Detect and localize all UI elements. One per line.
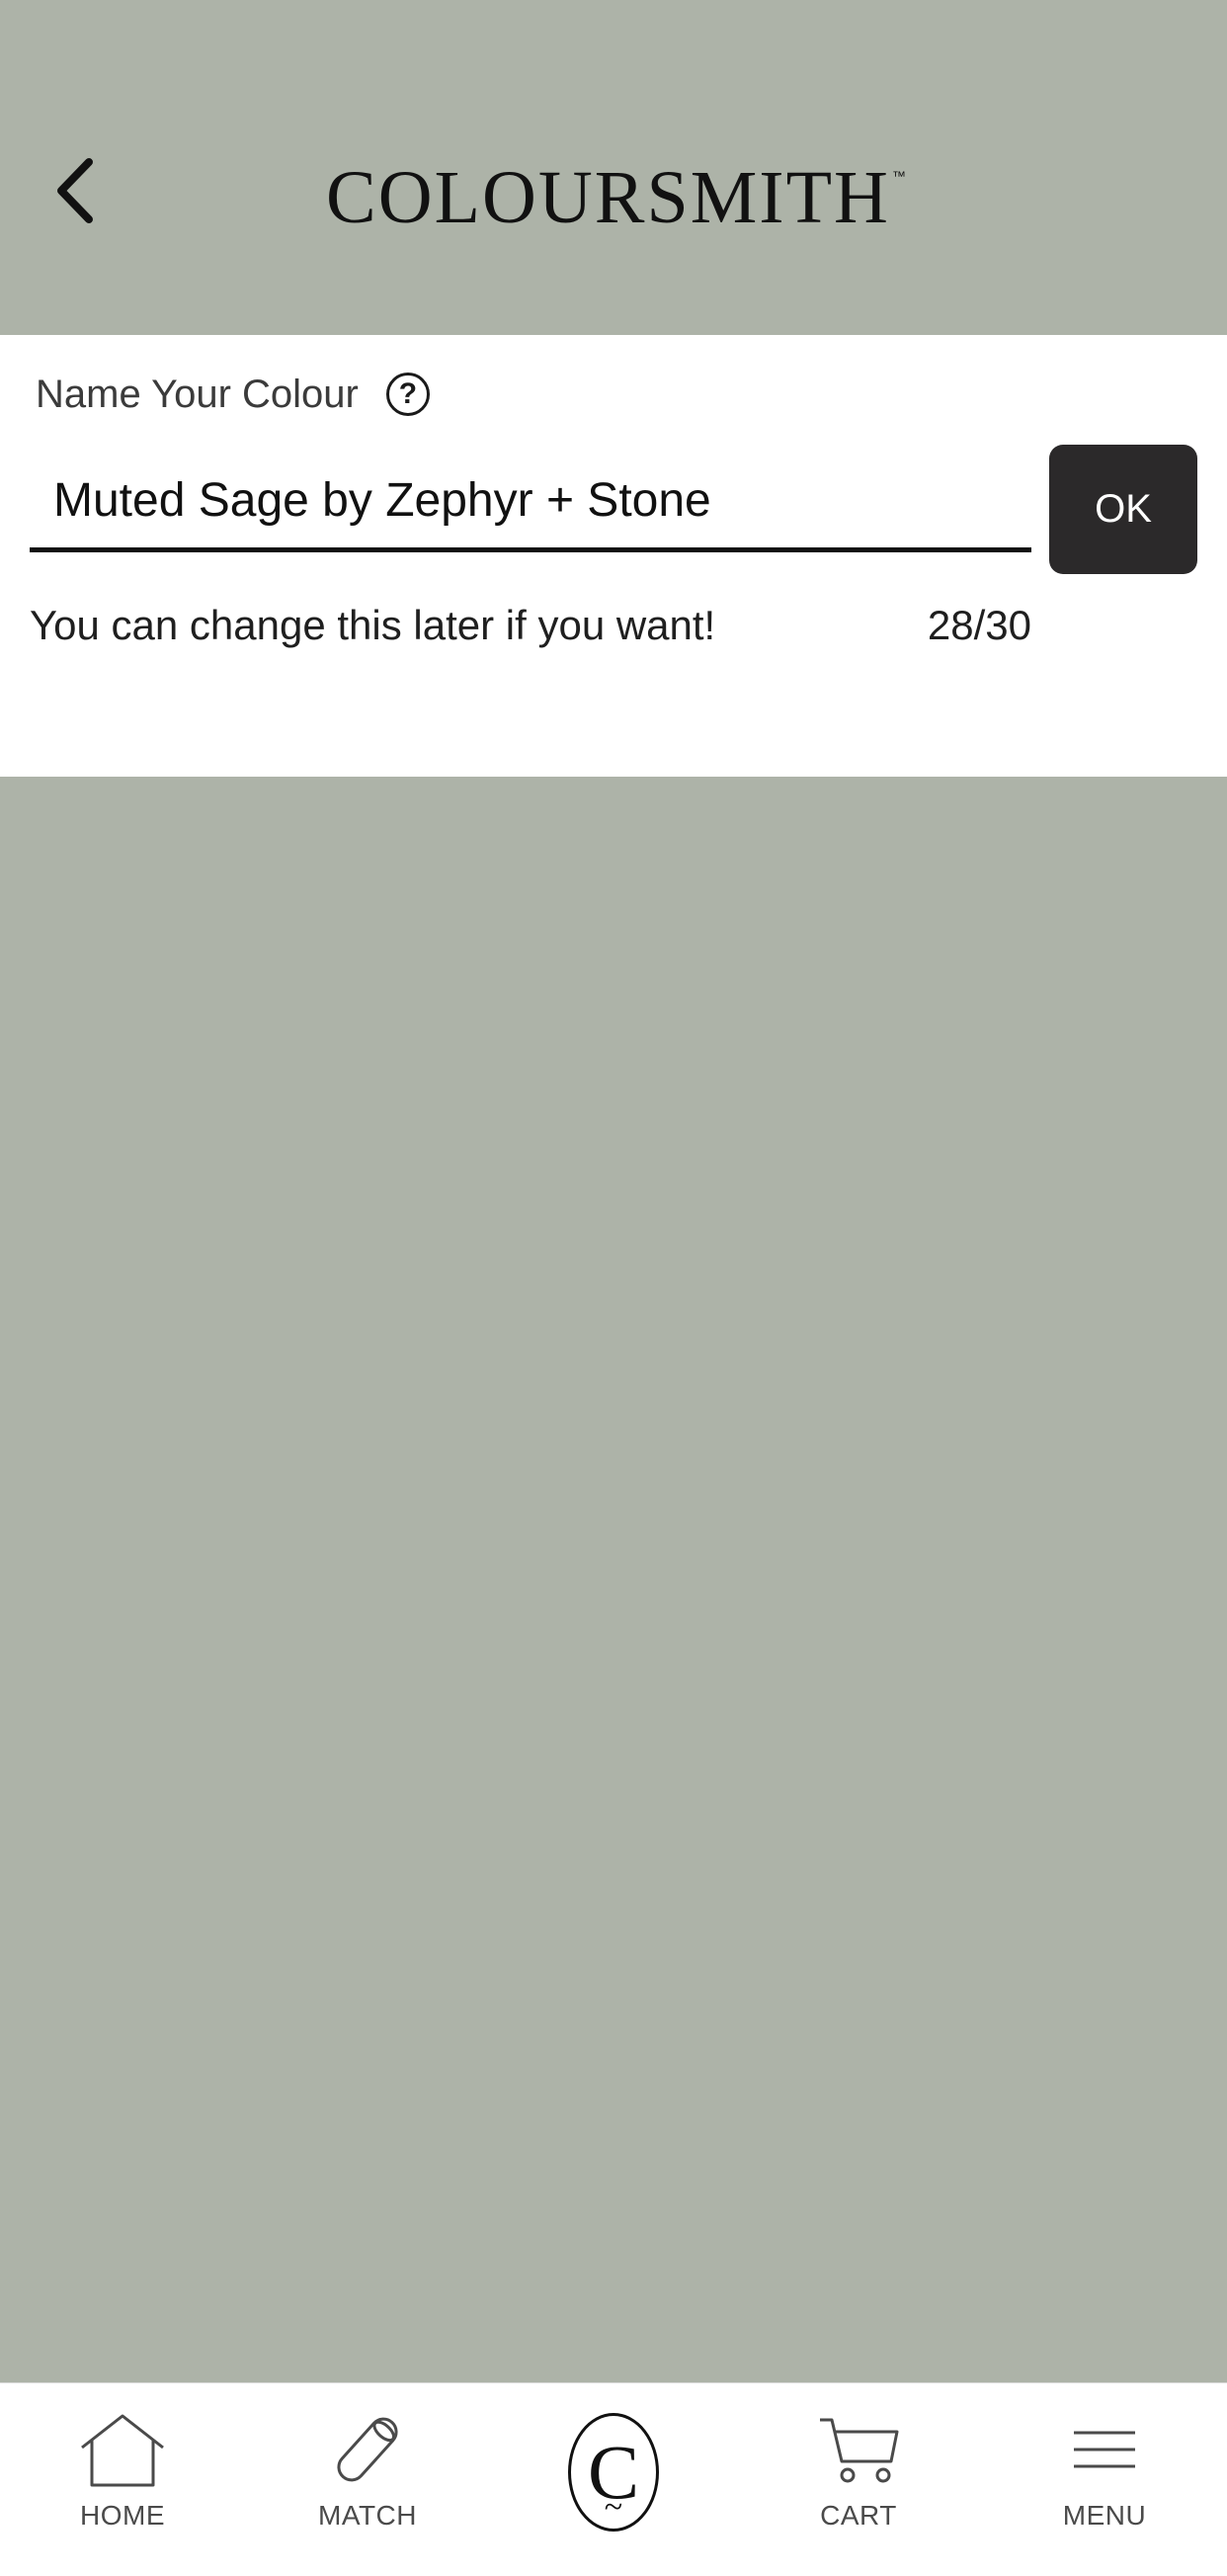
ok-button[interactable]: OK [1049, 445, 1197, 574]
colour-swatch-area [0, 777, 1227, 2382]
coloursmith-logo-icon: C ~ [568, 2413, 659, 2532]
nav-menu[interactable]: MENU [982, 2383, 1227, 2576]
character-count: 28/30 [927, 602, 1031, 648]
colour-name-input[interactable] [30, 454, 1031, 552]
name-label-row: Name Your Colour ? [36, 365, 430, 424]
logo-text: COLOURSMITH [326, 156, 890, 239]
question-circle-icon[interactable]: ? [385, 373, 430, 416]
nav-match[interactable]: MATCH [245, 2383, 490, 2576]
cart-icon [820, 2418, 899, 2483]
bottom-nav: HOME MATCH C ~ CART MENU [0, 2382, 1227, 2576]
nav-home-label: HOME [80, 2500, 165, 2531]
header: COLOURSMITH ™ [0, 0, 1227, 335]
name-your-colour-label: Name Your Colour [36, 373, 359, 416]
nav-home[interactable]: HOME [0, 2383, 245, 2576]
home-icon [81, 2414, 164, 2487]
nav-cart[interactable]: CART [736, 2383, 981, 2576]
paint-roller-icon [337, 2417, 398, 2482]
hamburger-menu-icon [1074, 2431, 1135, 2468]
name-colour-panel: Name Your Colour ? OK You can change thi… [0, 335, 1227, 777]
app-screen: COLOURSMITH ™ Name Your Colour ? OK You … [0, 0, 1227, 2576]
nav-coloursmith[interactable]: C ~ [491, 2383, 736, 2576]
nav-menu-label: MENU [1062, 2500, 1147, 2531]
back-button[interactable] [40, 146, 109, 235]
hint-text: You can change this later if you want! [30, 602, 716, 648]
nav-match-label: MATCH [318, 2500, 417, 2531]
chevron-left-icon [57, 158, 93, 223]
nav-cart-label: CART [820, 2500, 897, 2531]
logo-trademark: ™ [891, 168, 906, 184]
coloursmith-logo: COLOURSMITH ™ [326, 153, 919, 242]
center-logo-tilde: ~ [604, 2489, 623, 2526]
